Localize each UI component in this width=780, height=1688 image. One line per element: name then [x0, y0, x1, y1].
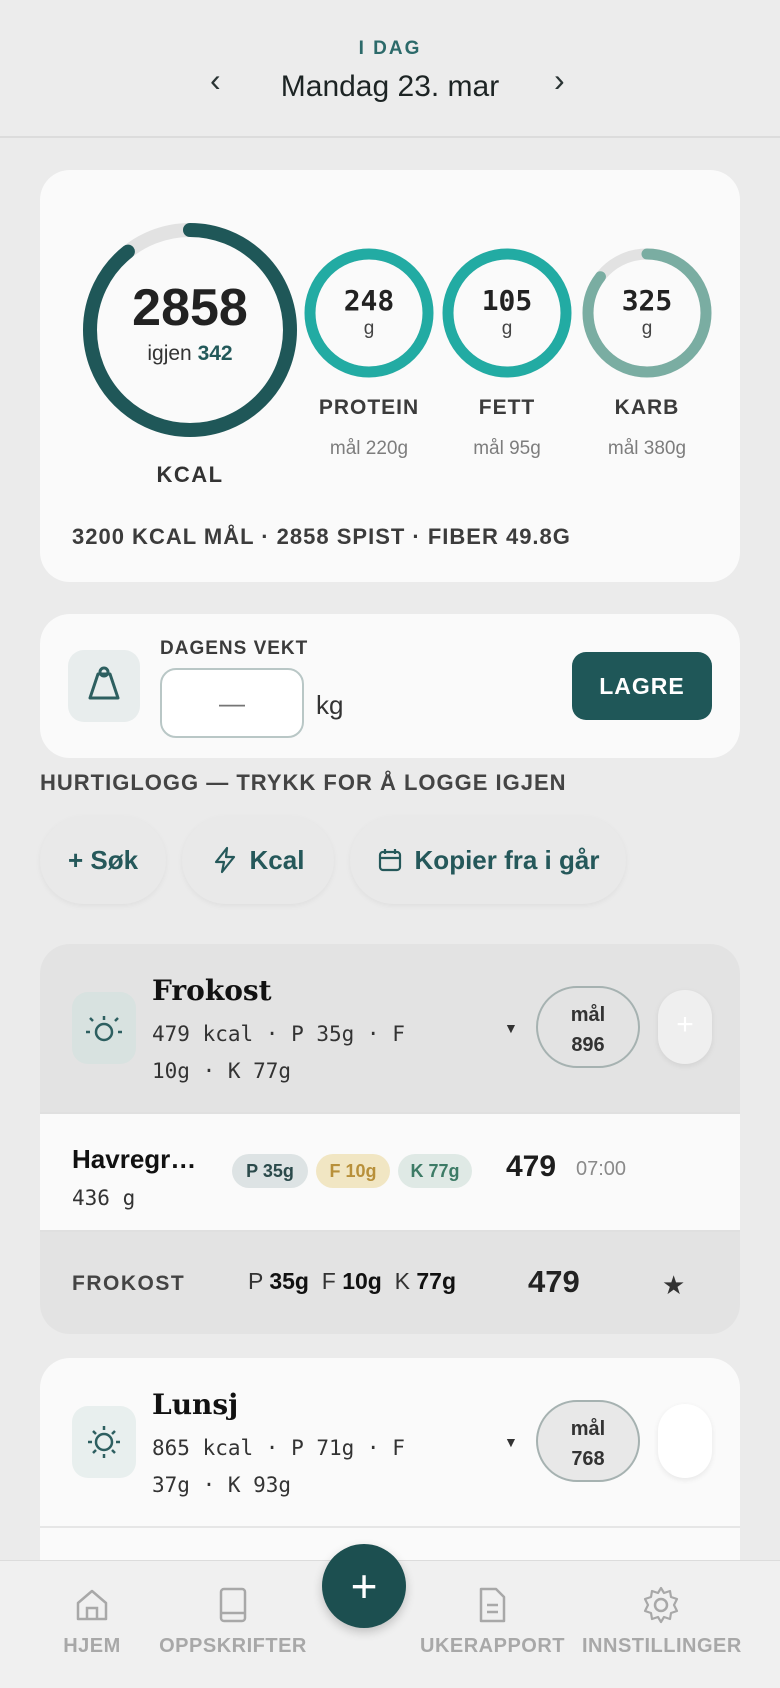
footer-p-prefix: P	[248, 1268, 263, 1294]
meal-header[interactable]: Lunsj 865 kcal · P 71g · F 37g · K 93g ▼…	[40, 1358, 740, 1524]
meal-footer-label: FROKOST	[72, 1272, 186, 1295]
meal-macros-line1: 865 kcal · P 71g · F	[152, 1436, 405, 1460]
meal-title: Frokost	[152, 974, 272, 1007]
karb-value: 325	[621, 284, 673, 317]
meal-header[interactable]: Frokost 479 kcal · P 35g · F 10g · K 77g…	[40, 944, 740, 1110]
home-icon	[76, 1589, 108, 1621]
meal-title: Lunsj	[152, 1388, 239, 1421]
nav-recipes[interactable]: OPPSKRIFTER	[158, 1585, 308, 1658]
search-chip[interactable]: + Søk	[40, 816, 166, 904]
meal-goal-pill[interactable]: mål 896	[536, 986, 640, 1068]
add-entry-button[interactable]: +	[322, 1544, 406, 1628]
remaining-label: igjen	[147, 342, 192, 365]
daily-summary-card: 2858 igjen 342 KCAL 248 g PROTEIN mål 22…	[40, 170, 740, 582]
fett-label: FETT	[478, 396, 536, 419]
kcal-chip-label: Kcal	[249, 844, 305, 875]
kcal-label: KCAL	[156, 462, 224, 487]
footer-k-prefix: K	[394, 1268, 410, 1294]
remaining-value: 342	[197, 342, 233, 365]
protein-label: PROTEIN	[318, 396, 420, 419]
food-item-name: Havregr…	[72, 1144, 197, 1174]
today-label: I DAG	[358, 38, 422, 59]
calendar-icon	[378, 849, 401, 872]
protein-unit: g	[363, 318, 375, 339]
meal-macros-line2: 37g · K 93g	[152, 1473, 292, 1497]
goal-pill-label: mål	[570, 1418, 606, 1440]
nav-weekly-label: UKERAPPORT	[420, 1635, 566, 1657]
copy-chip-label: Kopier fra i går	[414, 844, 600, 875]
sun-icon	[72, 1406, 136, 1478]
calories-remaining: igjen 342	[80, 342, 300, 366]
quick-log-title: HURTIGLOGG — TRYKK FOR Å LOGGE IGJEN	[40, 770, 567, 795]
search-chip-label: + Søk	[67, 844, 139, 875]
karb-label: KARB	[614, 396, 680, 419]
nav-recipes-label: OPPSKRIFTER	[159, 1635, 307, 1657]
meal-card-frokost: Frokost 479 kcal · P 35g · F 10g · K 77g…	[40, 944, 740, 1334]
karb-unit: g	[641, 318, 653, 339]
carb-tag: K 77g	[398, 1154, 472, 1188]
nav-home-label: HJEM	[63, 1635, 121, 1657]
food-item-weight: 436 g	[72, 1186, 136, 1210]
document-icon	[479, 1587, 506, 1623]
nav-settings[interactable]: INNSTILLINGER	[582, 1585, 742, 1658]
meal-macros-line2: 10g · K 77g	[152, 1059, 292, 1083]
footer-f-prefix: F	[321, 1268, 336, 1294]
meal-goal-pill[interactable]: mål 768	[536, 1400, 640, 1482]
scale-icon	[68, 650, 140, 722]
weight-label: DAGENS VEKT	[160, 638, 309, 659]
totals-line: 3200 KCAL MÅL · 2858 SPIST · FIBER 49.8G	[72, 524, 571, 549]
fett-unit: g	[501, 318, 513, 339]
macro-karb: 325 g KARB mål 380g	[580, 246, 714, 459]
add-food-button[interactable]: +	[658, 990, 712, 1064]
sunrise-icon	[72, 992, 136, 1064]
caret-down-icon[interactable]: ▼	[504, 1020, 518, 1036]
nav-settings-label: INNSTILLINGER	[582, 1635, 742, 1657]
food-item-time: 07:00	[576, 1158, 627, 1180]
goal-pill-label: mål	[570, 1004, 606, 1026]
lightning-icon	[214, 846, 235, 874]
add-food-button[interactable]	[658, 1404, 712, 1478]
meal-footer-kcal: 479	[528, 1264, 580, 1299]
kcal-chip[interactable]: Kcal	[182, 816, 334, 904]
goal-pill-value: 768	[571, 1448, 605, 1470]
save-weight-button[interactable]: LAGRE	[572, 652, 712, 720]
weight-input[interactable]	[160, 668, 304, 738]
nav-weekly-report[interactable]: UKERAPPORT	[420, 1585, 566, 1658]
protein-value: 248	[343, 284, 395, 317]
meal-macros-line1: 479 kcal · P 35g · F	[152, 1022, 405, 1046]
protein-tag: P 35g	[232, 1154, 308, 1188]
star-icon[interactable]: ★	[662, 1270, 685, 1301]
nav-home[interactable]: HJEM	[54, 1585, 130, 1658]
protein-goal: mål 220g	[329, 438, 409, 459]
fett-goal: mål 95g	[473, 438, 541, 459]
calories-eaten: 2858	[132, 279, 248, 337]
goal-pill-value: 896	[571, 1034, 605, 1056]
chevron-right-icon[interactable]: ›	[554, 62, 565, 99]
macro-protein: 248 g PROTEIN mål 220g	[302, 246, 436, 459]
caret-down-icon[interactable]: ▼	[504, 1434, 518, 1450]
meal-macros: 865 kcal · P 71g · F 37g · K 93g	[152, 1430, 452, 1504]
date-header: I DAG ‹ Mandag 23. mar ›	[0, 0, 780, 138]
fett-value: 105	[481, 284, 533, 317]
divider	[40, 1526, 740, 1528]
meal-footer-macros: P 35g F 10g K 77g	[248, 1268, 456, 1295]
current-date: Mandag 23. mar	[280, 70, 500, 103]
fat-tag: F 10g	[316, 1154, 390, 1188]
footer-k-value: 77g	[416, 1268, 456, 1294]
karb-goal: mål 380g	[607, 438, 687, 459]
book-icon	[219, 1587, 247, 1623]
daily-weight-card: DAGENS VEKT kg LAGRE	[40, 614, 740, 758]
copy-yesterday-chip[interactable]: Kopier fra i går	[350, 816, 626, 904]
food-item-kcal: 479	[506, 1150, 557, 1183]
meal-macros: 479 kcal · P 35g · F 10g · K 77g	[152, 1016, 452, 1090]
footer-p-value: 35g	[269, 1268, 309, 1294]
weight-unit: kg	[316, 690, 344, 720]
footer-f-value: 10g	[342, 1268, 382, 1294]
macro-fett: 105 g FETT mål 95g	[440, 246, 574, 459]
meal-footer: FROKOST P 35g F 10g K 77g 479 ★	[40, 1234, 740, 1334]
food-item-row[interactable]: Havregr… 436 g P 35g F 10g K 77g 479 07:…	[40, 1112, 740, 1232]
gear-icon	[643, 1586, 679, 1624]
